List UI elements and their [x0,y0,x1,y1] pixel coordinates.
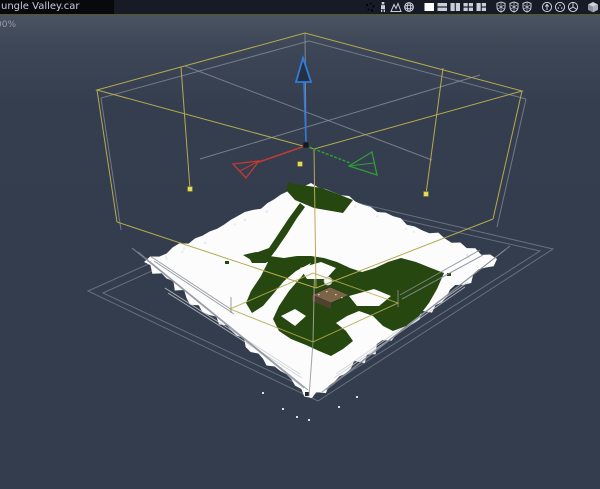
terrain-icon[interactable] [389,1,402,13]
document-tab-label: ungle Valley.car [1,1,80,12]
gizmo-origin[interactable] [302,141,310,149]
cube-icon[interactable] [586,1,599,13]
layout-mixed-icon[interactable] [474,1,487,13]
toolbar-group [540,1,579,13]
orb-wheel-icon[interactable] [566,1,579,13]
layout-columns-icon[interactable] [448,1,461,13]
toolbar-group [586,1,599,13]
transform-gizmo[interactable] [231,54,378,180]
toolbar-group [422,1,487,13]
orb-mesh-icon[interactable] [553,1,566,13]
shield-grid-icon[interactable] [520,1,533,13]
corner-vertex-dot [305,392,309,396]
layout-grid-icon[interactable] [461,1,474,13]
viewport-canvas[interactable] [0,15,600,489]
layout-single-icon[interactable] [422,1,435,13]
axis-x-arrow[interactable] [231,145,306,180]
shield-mesh-icon[interactable] [507,1,520,13]
axis-y-arrow[interactable] [308,146,378,176]
toolbar-icon-strip [356,0,600,14]
document-tab[interactable]: ungle Valley.car [0,0,114,14]
puppet-icon[interactable] [376,1,389,13]
toolbar-group [363,1,415,13]
cage-sphere-icon[interactable] [402,1,415,13]
viewport[interactable]: 00% [0,15,600,489]
layout-rows-icon[interactable] [435,1,448,13]
top-toolbar: ungle Valley.car [0,0,600,15]
particles-icon[interactable] [363,1,376,13]
orb-arrow-icon[interactable] [540,1,553,13]
shield-wire-icon[interactable] [494,1,507,13]
toolbar-group [494,1,533,13]
